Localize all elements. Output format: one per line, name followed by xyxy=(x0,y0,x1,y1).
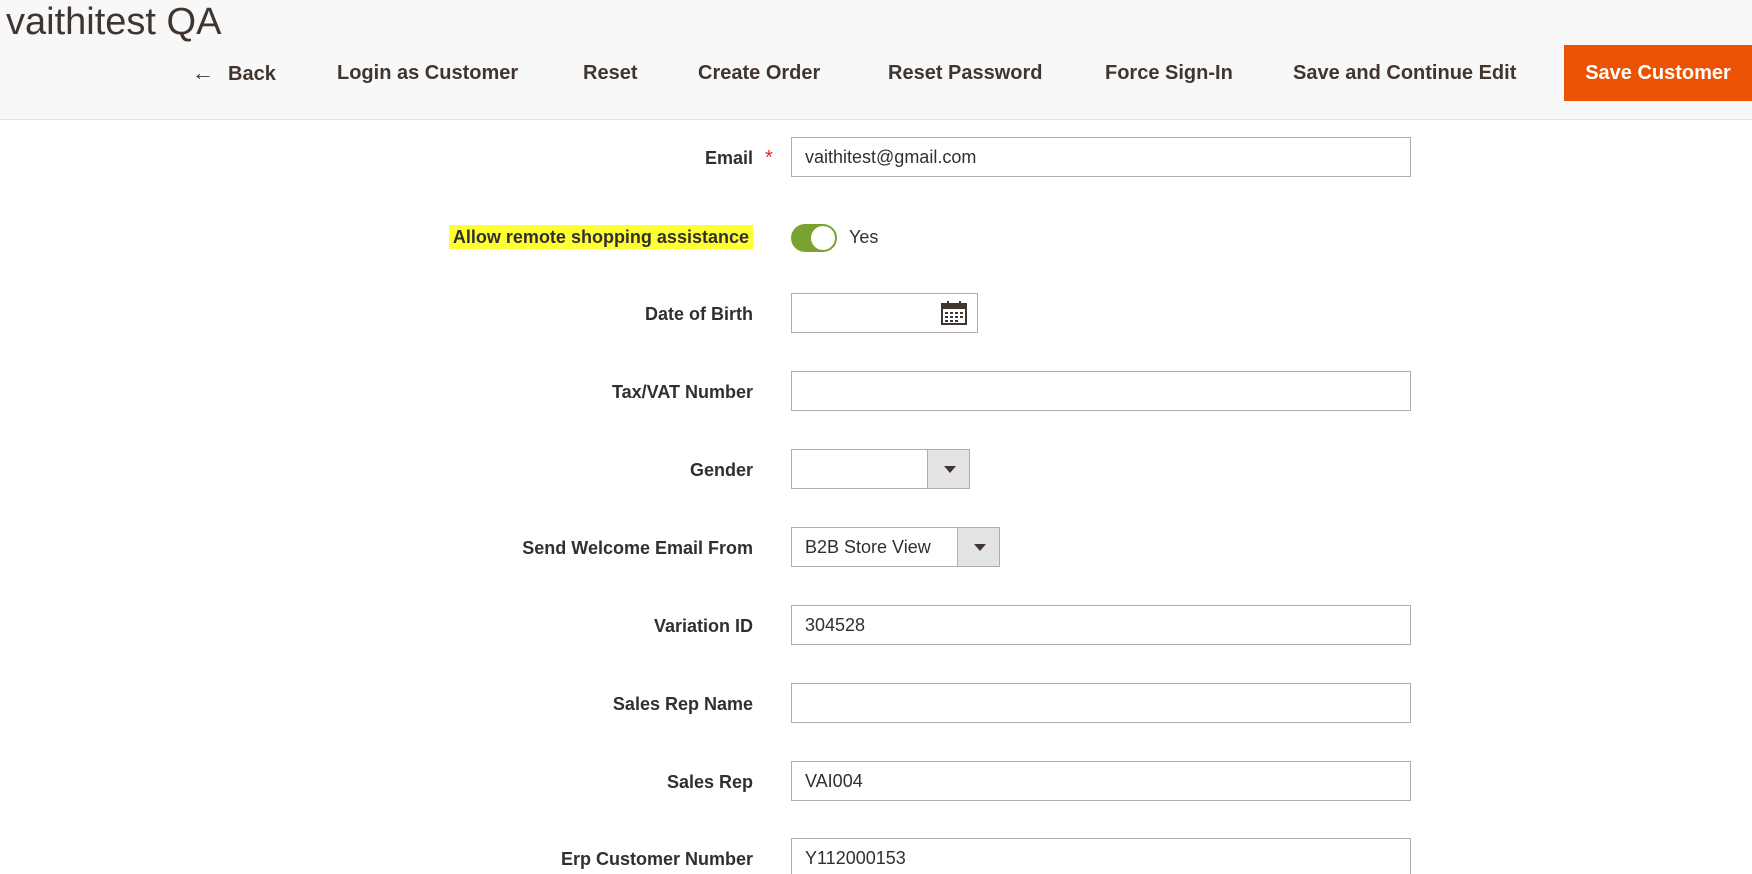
email-label: Email xyxy=(704,148,753,168)
email-row: Email * xyxy=(0,137,1752,179)
gender-label: Gender xyxy=(689,460,753,480)
variation-id-field[interactable] xyxy=(791,605,1411,645)
sales-rep-row: Sales Rep xyxy=(0,761,1752,803)
arrow-left-icon: ← xyxy=(192,60,214,85)
erp-customer-number-label: Erp Customer Number xyxy=(560,849,753,869)
welcome-email-row: Send Welcome Email From B2B Store View xyxy=(0,527,1752,569)
save-and-continue-button[interactable]: Save and Continue Edit xyxy=(1293,45,1516,101)
sales-rep-name-row: Sales Rep Name xyxy=(0,683,1752,725)
erp-customer-number-field[interactable] xyxy=(791,838,1411,874)
customer-form: Email * Allow remote shopping assistance… xyxy=(0,120,1752,874)
back-button[interactable]: ← Back xyxy=(192,45,276,101)
save-customer-button[interactable]: Save Customer xyxy=(1564,45,1752,101)
page-actions: ← Back Login as Customer Reset Create Ord… xyxy=(0,45,1752,101)
create-order-button[interactable]: Create Order xyxy=(698,45,820,101)
login-as-customer-button[interactable]: Login as Customer xyxy=(337,45,518,101)
welcome-email-label: Send Welcome Email From xyxy=(522,538,753,558)
required-mark: * xyxy=(765,147,773,169)
remote-assistance-label: Allow remote shopping assistance xyxy=(448,216,753,258)
toggle-knob xyxy=(811,226,835,250)
remote-assistance-label-text: Allow remote shopping assistance xyxy=(448,225,753,249)
taxvat-row: Tax/VAT Number xyxy=(0,371,1752,413)
taxvat-label: Tax/VAT Number xyxy=(611,382,753,402)
sales-rep-name-field[interactable] xyxy=(791,683,1411,723)
variation-id-label: Variation ID xyxy=(653,616,753,636)
variation-id-row: Variation ID xyxy=(0,605,1752,647)
remote-assistance-row: Allow remote shopping assistance Yes xyxy=(0,216,1752,258)
reset-button[interactable]: Reset xyxy=(583,45,637,101)
calendar-icon[interactable] xyxy=(941,301,967,325)
dob-row: Date of Birth xyxy=(0,293,1752,335)
dob-field[interactable] xyxy=(791,293,978,333)
force-sign-in-button[interactable]: Force Sign-In xyxy=(1105,45,1233,101)
page-title: vaithitest QA xyxy=(6,1,222,43)
remote-assistance-toggle[interactable] xyxy=(791,224,837,252)
erp-customer-number-row: Erp Customer Number xyxy=(0,838,1752,874)
remote-assistance-state: Yes xyxy=(849,227,879,247)
chevron-down-icon[interactable] xyxy=(957,528,999,566)
welcome-email-select[interactable]: B2B Store View xyxy=(791,527,1000,567)
welcome-email-value: B2B Store View xyxy=(805,537,931,557)
sales-rep-label: Sales Rep xyxy=(666,772,753,792)
chevron-down-icon[interactable] xyxy=(927,450,969,488)
dob-label: Date of Birth xyxy=(645,304,753,324)
sales-rep-field[interactable] xyxy=(791,761,1411,801)
gender-select[interactable] xyxy=(791,449,970,489)
sales-rep-name-label: Sales Rep Name xyxy=(612,694,753,714)
gender-row: Gender xyxy=(0,449,1752,491)
page-header: vaithitest QA ← Back Login as Customer Re… xyxy=(0,0,1752,120)
taxvat-field[interactable] xyxy=(791,371,1411,411)
email-field[interactable] xyxy=(791,137,1411,177)
reset-password-button[interactable]: Reset Password xyxy=(888,45,1043,101)
back-button-label: Back xyxy=(228,63,276,85)
